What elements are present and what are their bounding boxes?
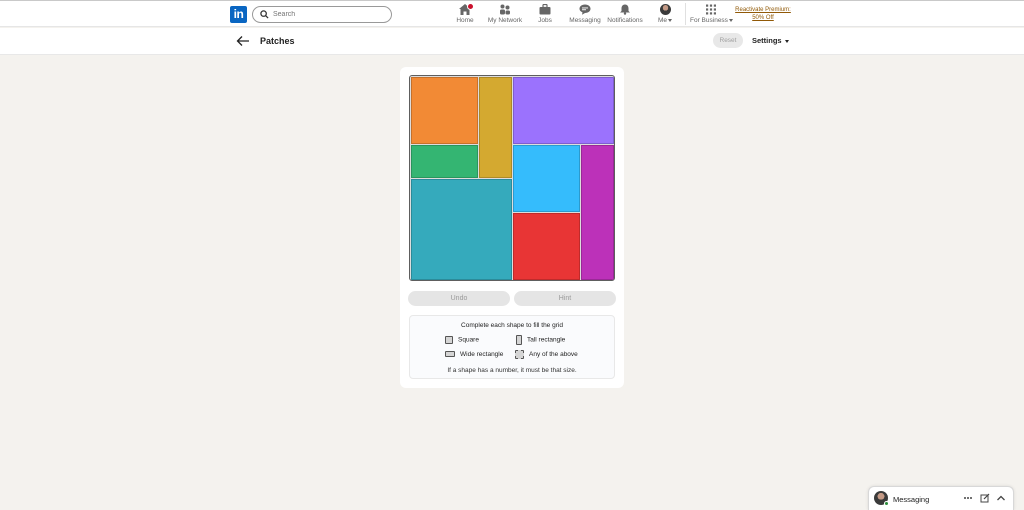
premium-line-1: Reactivate Premium:	[735, 7, 791, 13]
search-input[interactable]	[273, 8, 383, 21]
chevron-up-icon[interactable]	[996, 493, 1006, 503]
legend-any-label: Any of the above	[529, 351, 578, 359]
messaging-label: Messaging	[893, 495, 930, 504]
grid-piece[interactable]	[410, 178, 512, 280]
puzzle-grid[interactable]	[409, 75, 615, 281]
nav-notifications-label: Notifications	[607, 17, 643, 24]
page-title: Patches	[260, 36, 295, 46]
nav-jobs[interactable]: Jobs	[535, 4, 555, 26]
top-nav: in Home My Network Jobs Messaging Notifi…	[0, 0, 1024, 27]
nav-notifications[interactable]: Notifications	[607, 4, 643, 26]
rules-legend: Complete each shape to fill the grid Squ…	[409, 315, 615, 379]
legend-wide: Wide rectangle	[445, 351, 503, 358]
legend-wide-label: Wide rectangle	[460, 351, 504, 358]
game-card: Undo Hint Complete each shape to fill th…	[400, 67, 624, 388]
reset-button[interactable]: Reset	[713, 33, 743, 48]
nav-network-label: My Network	[487, 17, 523, 24]
nav-home[interactable]: Home	[452, 3, 478, 26]
messaging-overlay[interactable]: Messaging	[868, 486, 1014, 510]
online-status-dot	[884, 501, 889, 506]
linkedin-logo[interactable]: in	[230, 6, 247, 23]
nav-home-label: Home	[456, 17, 474, 24]
any-shape-icon	[515, 350, 524, 359]
hint-button[interactable]: Hint	[514, 291, 616, 306]
grid-piece[interactable]	[512, 212, 580, 280]
legend-title: Complete each shape to fill the grid	[461, 322, 563, 329]
nav-jobs-label: Jobs	[538, 17, 552, 24]
square-shape-icon	[445, 336, 453, 344]
grid-piece[interactable]	[410, 76, 478, 144]
chevron-down-icon	[668, 18, 673, 22]
messaging-icon	[579, 4, 591, 15]
undo-button[interactable]: Undo	[408, 291, 510, 306]
settings-button[interactable]: Settings	[752, 36, 789, 45]
compose-icon[interactable]	[980, 493, 990, 503]
bell-icon	[620, 4, 630, 15]
nav-divider	[685, 3, 686, 25]
search-box[interactable]	[252, 6, 392, 23]
more-options-icon[interactable]	[963, 493, 973, 503]
nav-my-network[interactable]: My Network	[487, 4, 523, 26]
caret-down-icon	[784, 39, 789, 43]
reactivate-premium-link[interactable]: Reactivate Premium: 50% Off	[733, 6, 793, 22]
nav-messaging[interactable]: Messaging	[568, 4, 602, 26]
legend-any: Any of the above	[515, 350, 578, 359]
back-arrow-icon[interactable]	[236, 35, 250, 47]
grid-piece[interactable]	[580, 144, 614, 280]
grid-icon	[706, 4, 716, 15]
nav-me-label: Me	[656, 17, 674, 24]
legend-square: Square	[445, 336, 479, 344]
tall-rectangle-icon	[516, 335, 522, 345]
nav-for-business[interactable]: For Business	[690, 4, 733, 26]
grid-piece[interactable]	[410, 144, 478, 178]
legend-square-label: Square	[458, 336, 479, 344]
nav-messaging-label: Messaging	[569, 17, 601, 24]
avatar	[659, 4, 671, 15]
premium-line-2: 50% Off	[752, 15, 774, 21]
legend-tall: Tall rectangle	[516, 335, 565, 345]
grid-piece[interactable]	[512, 76, 614, 144]
notification-badge	[467, 3, 474, 10]
search-icon	[260, 10, 269, 19]
legend-tall-label: Tall rectangle	[527, 336, 566, 344]
network-icon	[500, 4, 510, 15]
game-header: Patches Reset Settings	[0, 28, 1024, 55]
legend-note: If a shape has a number, it must be that…	[447, 367, 577, 374]
grid-piece[interactable]	[478, 76, 512, 178]
grid-piece[interactable]	[512, 144, 580, 212]
wide-rectangle-icon	[445, 351, 455, 358]
nav-business-label: For Business	[690, 17, 733, 24]
nav-me[interactable]: Me	[656, 4, 674, 26]
settings-label: Settings	[752, 36, 782, 45]
briefcase-icon	[539, 4, 551, 15]
